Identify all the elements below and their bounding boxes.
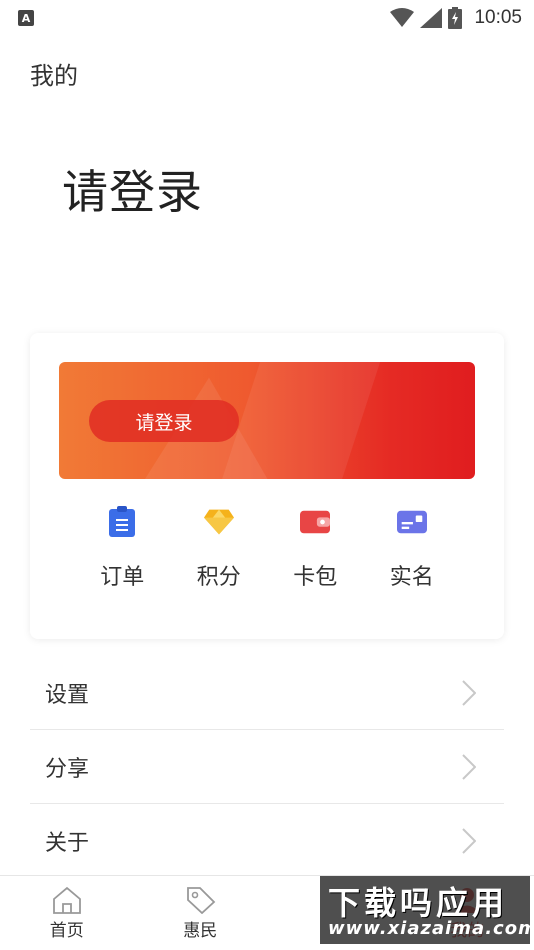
cellular-signal-icon: [420, 8, 443, 28]
menu-item-share[interactable]: 分享: [30, 730, 504, 804]
status-time: 10:05: [474, 7, 522, 28]
menu-item-about[interactable]: 关于: [30, 804, 504, 878]
quick-action-points[interactable]: 积分: [171, 505, 268, 595]
menu-item-label: 设置: [45, 682, 90, 708]
home-icon: [52, 886, 81, 914]
wifi-icon: [390, 8, 415, 27]
chevron-right-icon: [462, 753, 476, 780]
wallet-icon: [300, 505, 331, 539]
menu-item-label: 分享: [45, 756, 90, 782]
status-indicators: 10:05: [390, 7, 522, 29]
menu-item-settings[interactable]: 设置: [30, 656, 504, 730]
quick-action-label: 订单: [100, 565, 145, 590]
app-notification-icon: A: [18, 10, 34, 26]
settings-menu: 设置 分享 关于: [30, 656, 504, 878]
chevron-right-icon: [462, 828, 476, 854]
tab-huimin[interactable]: 惠民: [134, 876, 268, 950]
watermark-url: www.xiazaima.com: [328, 918, 530, 939]
login-prompt[interactable]: 请登录: [62, 156, 203, 222]
status-bar: A 10:05: [0, 0, 534, 36]
quick-action-label: 卡包: [293, 565, 338, 590]
quick-action-label: 实名: [389, 565, 434, 590]
diamond-icon: [203, 505, 234, 539]
chevron-right-icon: [462, 679, 476, 706]
clipboard-icon: [107, 505, 137, 539]
tab-label: 惠民: [183, 921, 218, 941]
watermark-overlay: 下载吗应用 www.xiazaima.com: [320, 876, 530, 944]
quick-action-wallet[interactable]: 卡包: [267, 505, 364, 595]
tab-label: 首页: [49, 921, 84, 941]
banner-login-button[interactable]: 请登录: [89, 400, 239, 442]
login-banner: 请登录: [59, 362, 475, 479]
page-title: 我的: [30, 62, 78, 90]
tag-icon: [187, 887, 216, 914]
id-card-icon: [396, 505, 427, 539]
battery-charging-icon: [448, 7, 463, 29]
menu-item-label: 关于: [45, 831, 90, 856]
quick-action-label: 积分: [196, 565, 241, 590]
quick-actions: 订单 积分 卡包 实名: [74, 505, 460, 595]
quick-action-realname[interactable]: 实名: [364, 505, 461, 595]
member-card: 请登录 订单 积分 卡包 实名: [30, 333, 504, 639]
quick-action-orders[interactable]: 订单: [74, 505, 171, 595]
tab-home[interactable]: 首页: [0, 876, 134, 950]
